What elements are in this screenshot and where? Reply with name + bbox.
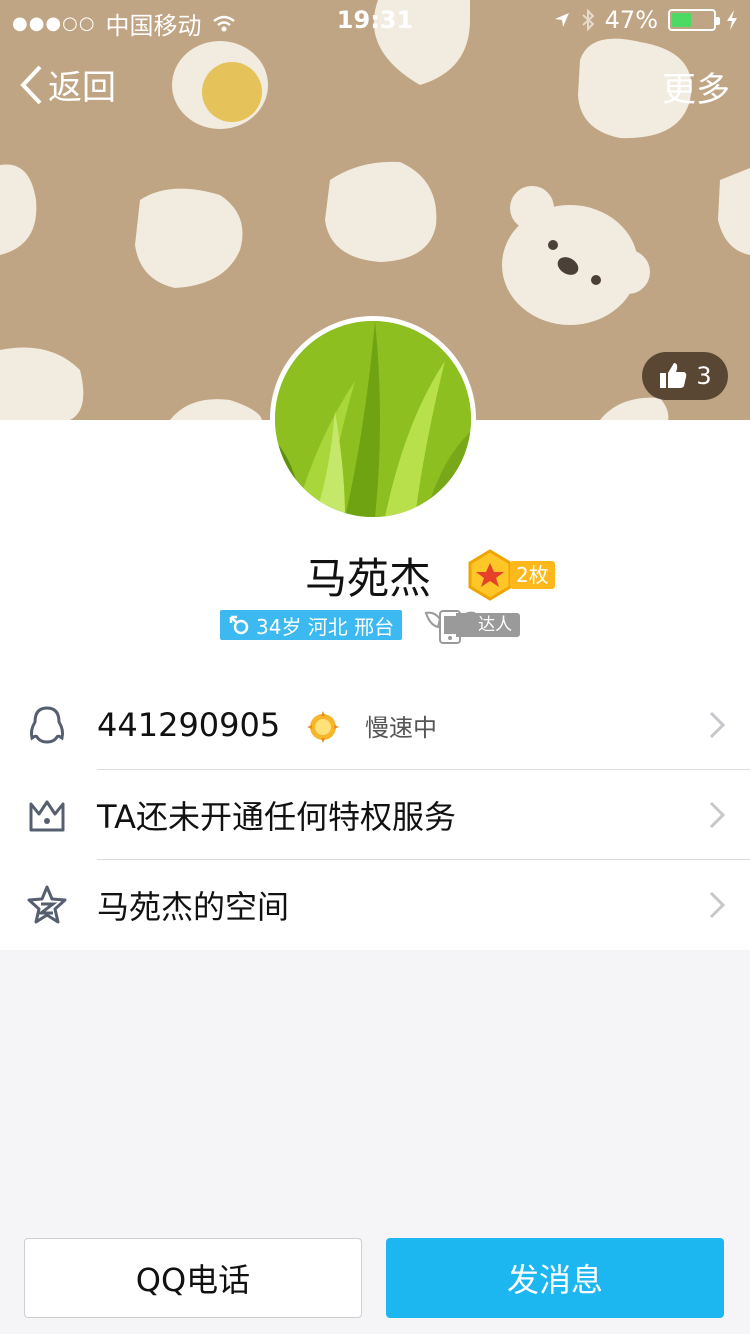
battery-icon [668, 9, 720, 31]
qzone-row[interactable]: 马苑杰的空间 [0, 860, 750, 950]
back-label: 返回 [48, 68, 116, 108]
profile-detail-list: 441290905 慢速中 TA还未开通任何特权服务 马苑杰的空间 [0, 680, 750, 950]
chevron-right-icon [709, 801, 726, 829]
more-button[interactable]: 更多 [662, 62, 730, 111]
privilege-text: TA还未开通任何特权服务 [97, 798, 456, 836]
penguin-icon [29, 706, 65, 744]
like-button[interactable]: 3 [642, 352, 728, 400]
male-icon [229, 615, 249, 635]
battery-level [672, 13, 691, 27]
location-arrow-icon [554, 13, 569, 27]
chevron-right-icon [709, 711, 726, 739]
qzone-star-icon [27, 885, 67, 924]
qzone-text: 马苑杰的空间 [97, 888, 290, 926]
gold-medal-icon [468, 549, 512, 601]
grass-avatar-image [275, 321, 471, 517]
profile-name: 马苑杰 [305, 554, 432, 603]
expert-badge[interactable]: 达人 [424, 605, 521, 645]
chevron-left-icon [20, 65, 42, 104]
privilege-row[interactable]: TA还未开通任何特权服务 [0, 770, 750, 860]
chevron-right-icon [709, 891, 726, 919]
qq-call-button[interactable]: QQ电话 [24, 1238, 362, 1318]
medal-count: 2枚 [510, 561, 555, 589]
like-count: 3 [696, 362, 712, 390]
expert-label: 达人 [456, 613, 521, 637]
qq-number: 441290905 [97, 706, 281, 744]
name-row: 马苑杰 2枚 [0, 545, 750, 605]
navigation-bar: 返回 更多 [0, 56, 750, 112]
qq-number-row[interactable]: 441290905 慢速中 [0, 680, 750, 770]
gender-age-location-tag: 34岁 河北 邢台 [220, 610, 403, 640]
crown-icon [29, 800, 65, 832]
send-message-button[interactable]: 发消息 [386, 1238, 724, 1318]
back-button[interactable]: 返回 [18, 60, 116, 109]
medal-badge[interactable]: 2枚 [466, 549, 555, 601]
age-location-text: 34岁 河北 邢台 [256, 614, 395, 639]
profile-tags: 34岁 河北 邢台 达人 [220, 605, 521, 645]
avatar[interactable] [270, 316, 476, 522]
speed-status: 慢速中 [365, 713, 437, 742]
status-bar: ●●●○○ 中国移动 19:31 47% [0, 0, 750, 40]
charging-bolt-icon [727, 10, 737, 30]
thumbs-up-icon [660, 363, 687, 388]
battery-percent: 47% [604, 6, 658, 34]
sun-level-icon [307, 711, 339, 743]
bluetooth-icon [581, 9, 595, 31]
